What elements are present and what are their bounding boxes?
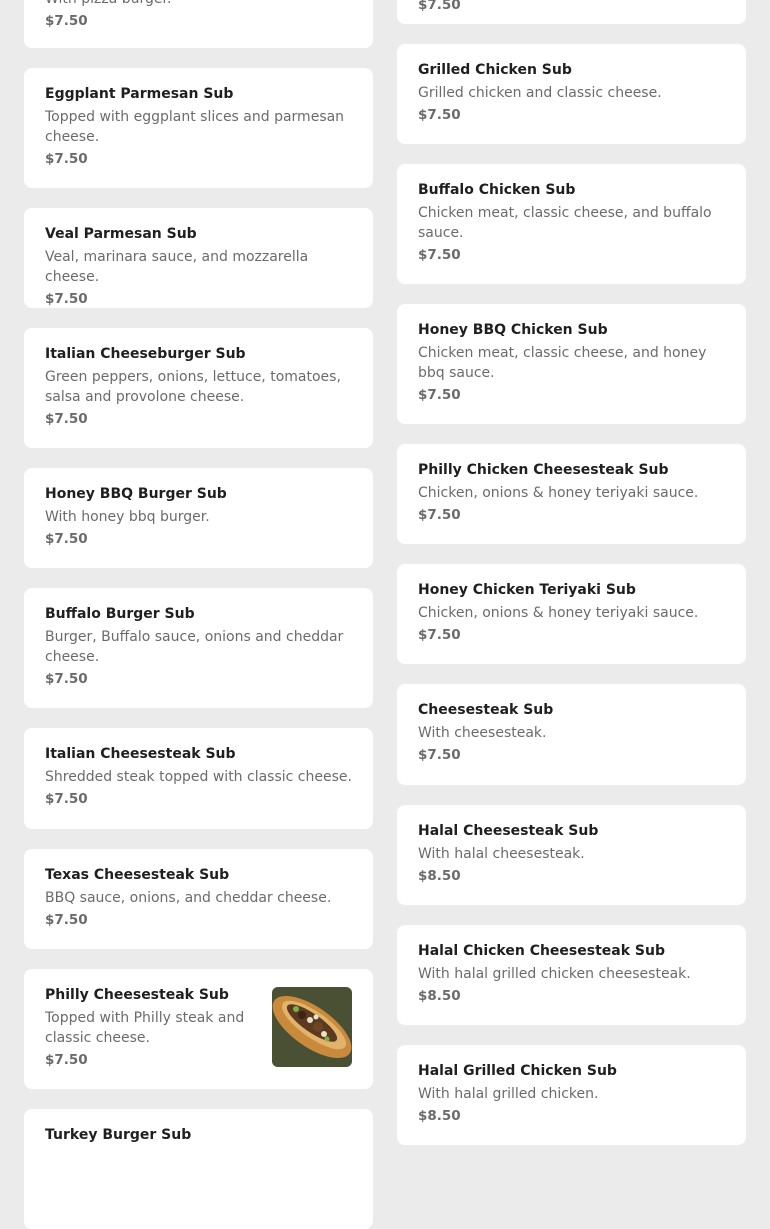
item-price: $7.50 xyxy=(45,291,88,307)
menu-item-card[interactable]: Philly Cheesesteak Sub Topped with Phill… xyxy=(24,969,373,1089)
item-description: With halal grilled chicken. xyxy=(418,1086,599,1102)
menu-item-card[interactable]: Halal Cheesesteak Sub With halal cheeses… xyxy=(397,805,746,905)
item-description: Chicken, onions & honey teriyaki sauce. xyxy=(418,605,699,621)
item-description: Chicken, onions & honey teriyaki sauce. xyxy=(418,485,699,501)
item-description: Chicken meat, classic cheese, and honey … xyxy=(418,345,707,381)
item-description: Chicken meat, classic cheese, and buffal… xyxy=(418,205,712,241)
item-name: Turkey Burger Sub xyxy=(45,1127,192,1143)
item-price: $7.50 xyxy=(45,151,88,167)
item-price: $7.50 xyxy=(45,671,88,687)
item-name: Halal Cheesesteak Sub xyxy=(418,823,599,839)
item-price: $7.50 xyxy=(418,107,461,123)
item-name: Philly Chicken Cheesesteak Sub xyxy=(418,462,669,478)
item-price: $7.50 xyxy=(45,912,88,928)
item-description: Burger, Buffalo sauce, onions and chedda… xyxy=(45,629,344,665)
item-price: $8.50 xyxy=(418,1108,461,1124)
item-description: Topped with Philly steak and classic che… xyxy=(45,1010,245,1046)
menu-item-card[interactable]: Turkey Burger Sub xyxy=(24,1109,373,1229)
item-price: $8.50 xyxy=(418,988,461,1004)
item-name: Philly Cheesesteak Sub xyxy=(45,987,229,1003)
item-price: $7.50 xyxy=(45,13,88,29)
item-name: Honey Chicken Teriyaki Sub xyxy=(418,582,636,598)
item-price: $7.50 xyxy=(418,0,461,13)
item-description: Topped with eggplant slices and parmesan… xyxy=(45,109,345,145)
item-name: Grilled Chicken Sub xyxy=(418,62,572,78)
menu-item-card[interactable]: Veal Parmesan Sub Veal, marinara sauce, … xyxy=(24,208,373,308)
item-name: Honey BBQ Chicken Sub xyxy=(418,322,608,338)
menu-item-card[interactable]: Cheesesteak Sub With cheesesteak. $7.50 xyxy=(397,684,746,785)
item-description: With cheesesteak. xyxy=(418,725,547,741)
item-price: $7.50 xyxy=(45,531,88,547)
item-name: Texas Cheesesteak Sub xyxy=(45,867,230,883)
philly-cheesesteak-photo[interactable] xyxy=(272,987,352,1067)
item-price: $7.50 xyxy=(418,387,461,403)
item-name: Buffalo Burger Sub xyxy=(45,606,195,622)
item-price: $7.50 xyxy=(418,507,461,523)
item-name: Halal Grilled Chicken Sub xyxy=(418,1063,617,1079)
item-price: $7.50 xyxy=(418,747,461,763)
menu-item-card[interactable]: Italian Cheeseburger Sub Green peppers, … xyxy=(24,328,373,448)
item-description: Grilled chicken and classic cheese. xyxy=(418,85,662,101)
item-name: Italian Cheeseburger Sub xyxy=(45,346,246,362)
menu-item-card[interactable]: Eggplant Parmesan Sub Topped with eggpla… xyxy=(24,68,373,188)
menu-item-card[interactable]: Honey BBQ Chicken Sub Chicken meat, clas… xyxy=(397,304,746,424)
menu-item-card[interactable]: Halal Grilled Chicken Sub With halal gri… xyxy=(397,1045,746,1145)
item-description: Green peppers, onions, lettuce, tomatoes… xyxy=(45,369,341,405)
item-price: $7.50 xyxy=(45,1052,88,1068)
item-name: Honey BBQ Burger Sub xyxy=(45,486,227,502)
item-description: With halal grilled chicken cheesesteak. xyxy=(418,966,691,982)
item-description: With honey bbq burger. xyxy=(45,509,210,525)
item-name: Veal Parmesan Sub xyxy=(45,226,197,242)
menu-item-card[interactable]: With pizza burger. $7.50 xyxy=(24,0,373,48)
menu-item-card[interactable]: Buffalo Burger Sub Burger, Buffalo sauce… xyxy=(24,588,373,708)
menu-item-card[interactable]: $7.50 xyxy=(397,0,746,24)
item-description: Shredded steak topped with classic chees… xyxy=(45,769,352,785)
item-price: $7.50 xyxy=(45,411,88,427)
item-name: Cheesesteak Sub xyxy=(418,702,554,718)
item-price: $7.50 xyxy=(418,627,461,643)
menu-item-card[interactable]: Texas Cheesesteak Sub BBQ sauce, onions,… xyxy=(24,849,373,949)
item-price: $8.50 xyxy=(418,868,461,884)
item-description: BBQ sauce, onions, and cheddar cheese. xyxy=(45,890,332,906)
menu-item-card[interactable]: Honey Chicken Teriyaki Sub Chicken, onio… xyxy=(397,564,746,664)
menu-item-card[interactable]: Honey BBQ Burger Sub With honey bbq burg… xyxy=(24,468,373,568)
item-price: $7.50 xyxy=(418,247,461,263)
item-price: $7.50 xyxy=(45,791,88,807)
menu-item-card[interactable]: Philly Chicken Cheesesteak Sub Chicken, … xyxy=(397,444,746,544)
item-name: Italian Cheesesteak Sub xyxy=(45,746,236,762)
item-description: Veal, marinara sauce, and mozzarella che… xyxy=(45,249,309,285)
item-name: Halal Chicken Cheesesteak Sub xyxy=(418,943,665,959)
item-name: Eggplant Parmesan Sub xyxy=(45,86,234,102)
menu-item-card[interactable]: Buffalo Chicken Sub Chicken meat, classi… xyxy=(397,164,746,284)
menu-item-card[interactable]: Italian Cheesesteak Sub Shredded steak t… xyxy=(24,728,373,829)
item-description: With halal cheesesteak. xyxy=(418,846,585,862)
item-name: Buffalo Chicken Sub xyxy=(418,182,576,198)
menu-item-card[interactable]: Halal Chicken Cheesesteak Sub With halal… xyxy=(397,925,746,1025)
menu-item-card[interactable]: Grilled Chicken Sub Grilled chicken and … xyxy=(397,44,746,144)
item-description: With pizza burger. xyxy=(45,0,352,9)
